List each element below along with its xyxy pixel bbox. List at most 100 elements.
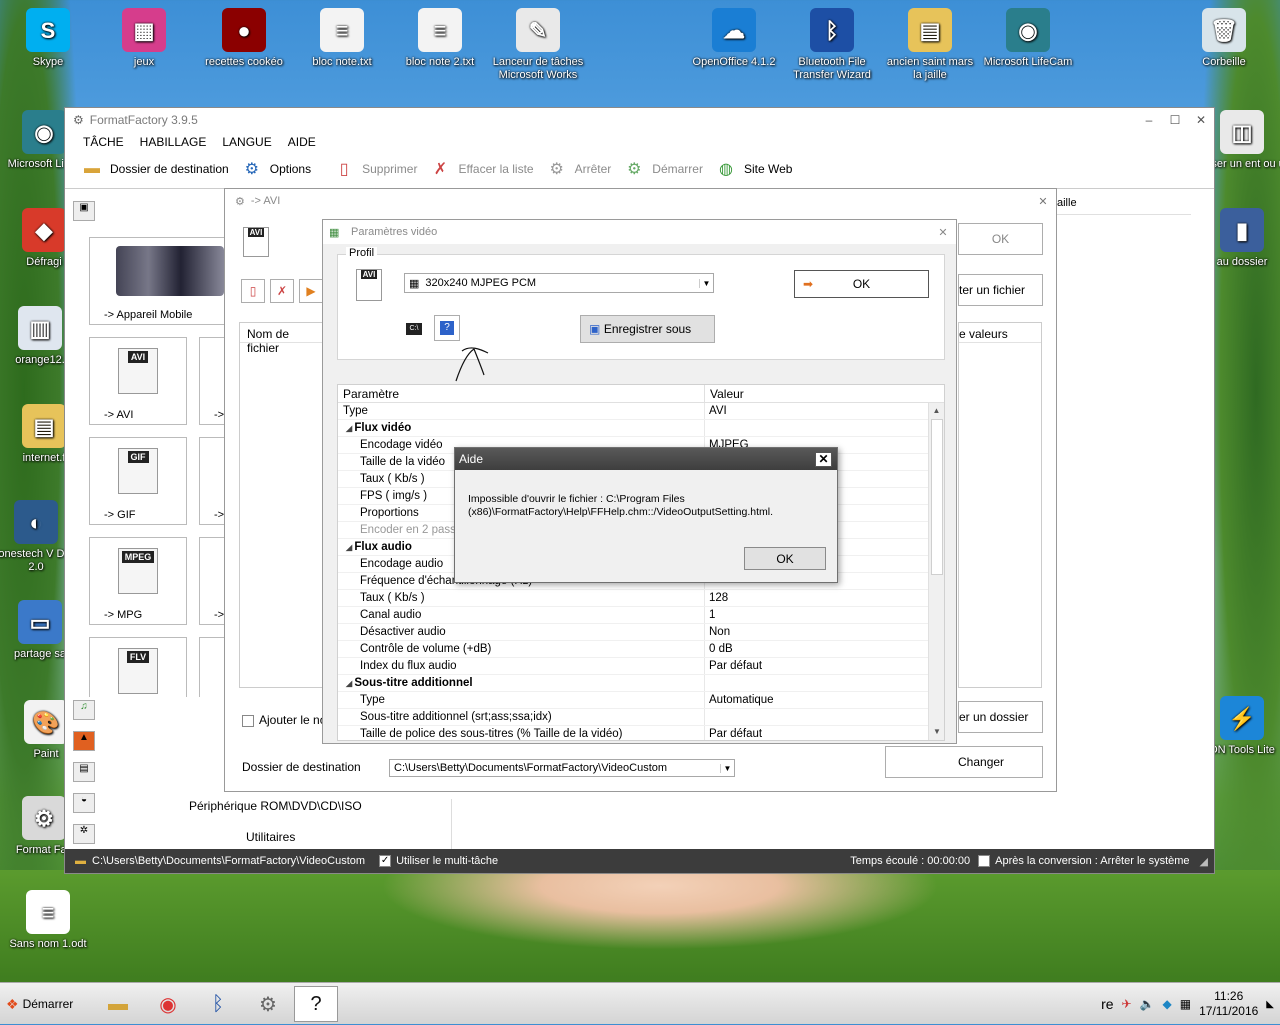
param-value[interactable]: Par défaut bbox=[704, 726, 928, 740]
tray-flag-icon[interactable]: ✈ bbox=[1122, 997, 1132, 1011]
status-path[interactable]: C:\Users\Betty\Documents\FormatFactory\V… bbox=[92, 855, 365, 867]
add-name-checkbox[interactable] bbox=[242, 714, 254, 727]
param-value[interactable]: 1 bbox=[704, 607, 928, 623]
taskbar-chrome-icon[interactable]: ◉ bbox=[146, 986, 190, 1022]
grid-category-row[interactable]: ◢ Sous-titre additionnel bbox=[338, 675, 944, 692]
tray-shield-icon[interactable]: ◆ bbox=[1163, 997, 1172, 1011]
rom-category-icon[interactable]: ◒ bbox=[73, 793, 95, 813]
param-value[interactable]: AVI bbox=[704, 403, 928, 419]
param-value[interactable] bbox=[704, 675, 928, 691]
desktop-icon-works[interactable]: ✎ Lanceur de tâches Microsoft Works bbox=[492, 8, 584, 82]
param-value[interactable]: Non bbox=[704, 624, 928, 640]
site-web-button[interactable]: ◍ Site Web bbox=[713, 156, 792, 182]
arreter-button[interactable]: ⚙ Arrêter bbox=[544, 156, 611, 182]
menu-aide[interactable]: AIDE bbox=[288, 135, 316, 149]
scroll-thumb[interactable] bbox=[931, 419, 943, 575]
desktop-icon-saint-mars[interactable]: ▤ ancien saint mars la jaille bbox=[884, 8, 976, 82]
param-value[interactable] bbox=[704, 420, 928, 436]
avi-change-button[interactable]: Changer bbox=[885, 746, 1043, 778]
document-category-icon[interactable]: ▤ bbox=[73, 762, 95, 782]
params-scrollbar[interactable]: ▲ ▼ bbox=[928, 403, 944, 740]
after-conversion-toggle[interactable]: Après la conversion : Arrêter le système bbox=[978, 855, 1190, 868]
image-category-icon[interactable]: ▲ bbox=[73, 731, 95, 751]
desktop-icon-recettes[interactable]: ● recettes cookéo bbox=[198, 8, 290, 69]
avi-dest-select[interactable]: C:\Users\Betty\Documents\FormatFactory\V… bbox=[389, 759, 735, 777]
desktop-icon-jeux[interactable]: ▦ jeux bbox=[98, 8, 190, 69]
desktop-icon-bloc-note-2[interactable]: ≡ bloc note 2.txt bbox=[394, 8, 486, 69]
tray-expand-icon[interactable]: ◣ bbox=[1266, 999, 1274, 1010]
aide-close-button[interactable]: ✕ bbox=[815, 451, 832, 467]
grid-param-row[interactable]: Canal audio 1 bbox=[338, 607, 944, 624]
utilities-section-label[interactable]: Utilitaires bbox=[246, 830, 295, 844]
param-value[interactable] bbox=[704, 709, 928, 725]
multitask-toggle[interactable]: ✓ Utiliser le multi-tâche bbox=[379, 855, 498, 868]
param-value[interactable]: Par défaut bbox=[704, 658, 928, 674]
console-icon[interactable]: C:\ bbox=[406, 323, 422, 335]
grid-param-row[interactable]: Taux ( Kb/s ) 128 bbox=[338, 590, 944, 607]
avi-add-folder-button[interactable]: er un dossier bbox=[958, 701, 1043, 733]
scroll-down-icon[interactable]: ▼ bbox=[929, 724, 944, 740]
desktop-icon-bloc-note[interactable]: ≡ bloc note.txt bbox=[296, 8, 388, 69]
avi-add-icon-btn[interactable]: ▯ bbox=[241, 279, 265, 303]
tile-avi[interactable]: AVI -> AVI bbox=[89, 337, 187, 425]
resize-grip-icon[interactable]: ◢ bbox=[1200, 855, 1208, 868]
multitask-checkbox[interactable]: ✓ bbox=[379, 855, 392, 868]
desktop-icon-openoffice[interactable]: ☁ OpenOffice 4.1.2 bbox=[688, 8, 780, 69]
grid-param-row[interactable]: Index du flux audio Par défaut bbox=[338, 658, 944, 675]
desktop-icon-sans-nom[interactable]: ≡ Sans nom 1.odt bbox=[2, 890, 94, 951]
close-button[interactable]: ✕ bbox=[1188, 113, 1214, 127]
options-button[interactable]: ⚙ Options bbox=[239, 156, 312, 182]
tray-volume-icon[interactable]: 🔈 bbox=[1140, 997, 1155, 1011]
tile-col2-4[interactable] bbox=[199, 637, 227, 697]
dest-folder-button[interactable]: ▬ Dossier de destination bbox=[79, 156, 229, 182]
grid-param-row[interactable]: Type AVI bbox=[338, 403, 944, 420]
vp-close-button[interactable]: ✕ bbox=[930, 226, 956, 239]
utilities-category-icon[interactable]: ✲ bbox=[73, 824, 95, 844]
desktop-icon-bluetooth[interactable]: ᛒ Bluetooth File Transfer Wizard bbox=[786, 8, 878, 82]
menu-tache[interactable]: TÂCHE bbox=[83, 135, 124, 149]
video-category-icon[interactable]: ▣ bbox=[73, 201, 95, 221]
avi-add-file-button[interactable]: ter un fichier bbox=[958, 274, 1043, 306]
aide-ok-button[interactable]: OK bbox=[744, 547, 826, 570]
minimize-button[interactable]: – bbox=[1136, 113, 1162, 127]
tile-mobile[interactable]: -> Appareil Mobile bbox=[89, 237, 229, 325]
grid-param-row[interactable]: Désactiver audio Non bbox=[338, 624, 944, 641]
taskbar-formatfactory-icon[interactable]: ⚙ bbox=[246, 986, 290, 1022]
tile-col2-3[interactable]: -> bbox=[199, 537, 227, 625]
tile-flv[interactable]: FLV bbox=[89, 637, 187, 697]
grid-param-row[interactable]: Type Automatique bbox=[338, 692, 944, 709]
rom-section-label[interactable]: Périphérique ROM\DVD\CD\ISO bbox=[189, 799, 362, 813]
taskbar-bluetooth-icon[interactable]: ᛒ bbox=[196, 986, 240, 1022]
demarrer-button[interactable]: ⚙ Démarrer bbox=[621, 156, 703, 182]
param-value[interactable]: Automatique bbox=[704, 692, 928, 708]
param-value[interactable]: 0 dB bbox=[704, 641, 928, 657]
menu-habillage[interactable]: HABILLAGE bbox=[140, 135, 207, 149]
help-question-button[interactable]: ? bbox=[434, 315, 460, 341]
vp-ok-button[interactable]: ➡ OK bbox=[794, 270, 929, 298]
scroll-up-icon[interactable]: ▲ bbox=[929, 403, 944, 419]
avi-close-button[interactable]: ✕ bbox=[1030, 195, 1056, 208]
save-as-button[interactable]: ▣ Enregistrer sous bbox=[580, 315, 715, 343]
grid-param-row[interactable]: Contrôle de volume (+dB) 0 dB bbox=[338, 641, 944, 658]
avi-remove-icon-btn[interactable]: ✗ bbox=[270, 279, 294, 303]
grid-param-row[interactable]: Taille de police des sous-titres (% Tail… bbox=[338, 726, 944, 740]
after-conversion-checkbox[interactable] bbox=[978, 855, 991, 868]
desktop-icon-lifecam[interactable]: ◉ Microsoft LifeCam bbox=[982, 8, 1074, 69]
param-value[interactable]: 128 bbox=[704, 590, 928, 606]
tile-col2-1[interactable]: -> bbox=[199, 337, 227, 425]
menu-langue[interactable]: LANGUE bbox=[222, 135, 271, 149]
desktop-icon-corbeille[interactable]: 🗑 Corbeille bbox=[1178, 8, 1270, 69]
tile-mpg[interactable]: MPEG -> MPG bbox=[89, 537, 187, 625]
avi-play-icon-btn[interactable]: ▶ bbox=[299, 279, 323, 303]
tray-network-icon[interactable]: ▦ bbox=[1180, 997, 1191, 1011]
effacer-liste-button[interactable]: ✗ Effacer la liste bbox=[427, 156, 534, 182]
avi-ok-button[interactable]: OK bbox=[958, 223, 1043, 255]
taskbar-explorer-icon[interactable]: ▬ bbox=[96, 986, 140, 1022]
grid-category-row[interactable]: ◢ Flux vidéo bbox=[338, 420, 944, 437]
profile-select[interactable]: ▦ 320x240 MJPEG PCM ▼ bbox=[404, 273, 714, 293]
tray-clock[interactable]: 11:26 17/11/2016 bbox=[1199, 989, 1258, 1019]
taskbar-help-icon[interactable]: ? bbox=[294, 986, 338, 1022]
desktop-icon-skype[interactable]: S Skype bbox=[2, 8, 94, 69]
maximize-button[interactable]: ☐ bbox=[1162, 113, 1188, 127]
tray-language[interactable]: re bbox=[1101, 996, 1113, 1012]
